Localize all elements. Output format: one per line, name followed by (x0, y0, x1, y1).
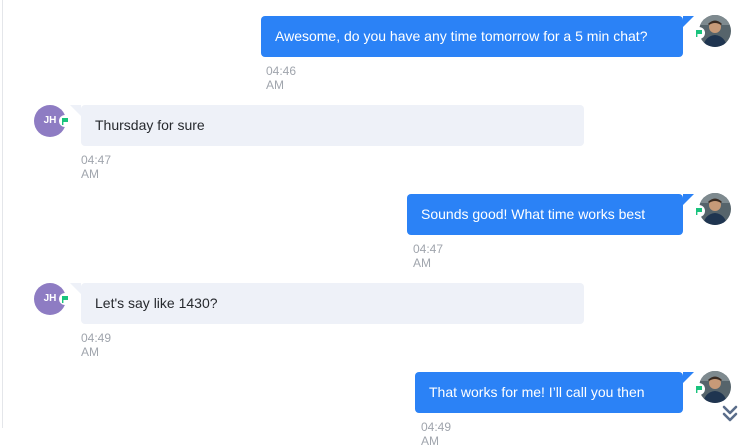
message-timestamp: 04:49 AM (421, 420, 452, 448)
chat-flag-icon (59, 293, 71, 305)
scroll-to-bottom-button[interactable] (720, 402, 740, 426)
message-bubble[interactable]: Awesome, do you have any time tomorrow f… (261, 16, 683, 57)
chat-flag-icon (693, 27, 705, 39)
message-bubble[interactable]: Thursday for sure (81, 105, 584, 146)
chat-flag-icon (693, 383, 705, 395)
bubble-tail (683, 372, 694, 383)
bubble-tail (683, 16, 694, 27)
message-timestamp: 04:46 AM (266, 64, 297, 92)
message-bubble[interactable]: Let's say like 1430? (81, 283, 584, 324)
bubble-tail (70, 283, 81, 294)
message-timestamp: 04:47 AM (81, 153, 112, 181)
message-bubble[interactable]: That works for me! I’ll call you then (415, 372, 683, 413)
bubble-tail (683, 194, 694, 205)
chat-flag-icon (59, 115, 71, 127)
double-chevron-down-icon (720, 402, 740, 431)
panel-border (2, 0, 3, 428)
message-timestamp: 04:49 AM (81, 331, 112, 359)
message-timestamp: 04:47 AM (413, 242, 444, 270)
message-bubble[interactable]: Sounds good! What time works best (407, 194, 683, 235)
chat-flag-icon (693, 205, 705, 217)
bubble-tail (70, 105, 81, 116)
